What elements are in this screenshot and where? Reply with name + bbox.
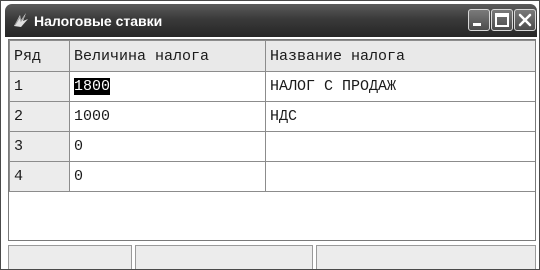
tax-table: Ряд Величина налога Название налога 1 18… xyxy=(9,40,535,192)
tax-value-cell[interactable]: 1800 xyxy=(69,71,266,102)
close-icon xyxy=(518,13,532,27)
status-bar xyxy=(8,245,536,269)
maximize-button[interactable] xyxy=(491,9,513,31)
app-icon xyxy=(12,11,30,29)
window-title: Налоговые ставки xyxy=(34,13,163,29)
table-row: 4 0 xyxy=(9,161,535,192)
minimize-icon xyxy=(473,23,481,26)
tax-value-cell[interactable]: 1000 xyxy=(69,101,266,132)
row-number[interactable]: 1 xyxy=(9,71,70,102)
minimize-button[interactable] xyxy=(468,9,490,31)
table-row: 3 0 xyxy=(9,131,535,162)
status-panel-1 xyxy=(8,245,132,269)
row-number[interactable]: 3 xyxy=(9,131,70,162)
close-button[interactable] xyxy=(514,9,536,31)
row-number[interactable]: 2 xyxy=(9,101,70,132)
tax-rates-window: Налоговые ставки Ряд Величина налога Наз… xyxy=(0,0,540,270)
column-header-row[interactable]: Ряд xyxy=(9,40,70,72)
tax-value-cell[interactable]: 0 xyxy=(69,161,266,192)
table-row: 2 1000 НДС xyxy=(9,101,535,132)
maximize-icon xyxy=(495,13,509,27)
status-panel-2 xyxy=(135,245,313,269)
tax-name-cell[interactable]: НДС xyxy=(265,101,535,132)
table-row: 1 1800 НАЛОГ С ПРОДАЖ xyxy=(9,71,535,102)
tax-name-cell[interactable] xyxy=(265,161,535,192)
tax-name-cell[interactable]: НАЛОГ С ПРОДАЖ xyxy=(265,71,535,102)
column-header-value[interactable]: Величина налога xyxy=(69,40,266,72)
tax-value-text: 1800 xyxy=(74,78,111,95)
row-number[interactable]: 4 xyxy=(9,161,70,192)
header-row: Ряд Величина налога Название налога xyxy=(9,40,535,72)
tax-value-cell[interactable]: 0 xyxy=(69,131,266,162)
status-panel-3 xyxy=(316,245,536,269)
tax-grid[interactable]: Ряд Величина налога Название налога 1 18… xyxy=(8,39,536,241)
tax-name-cell[interactable] xyxy=(265,131,535,162)
title-bar[interactable]: Налоговые ставки xyxy=(5,4,537,37)
column-header-name[interactable]: Название налога xyxy=(265,40,535,72)
